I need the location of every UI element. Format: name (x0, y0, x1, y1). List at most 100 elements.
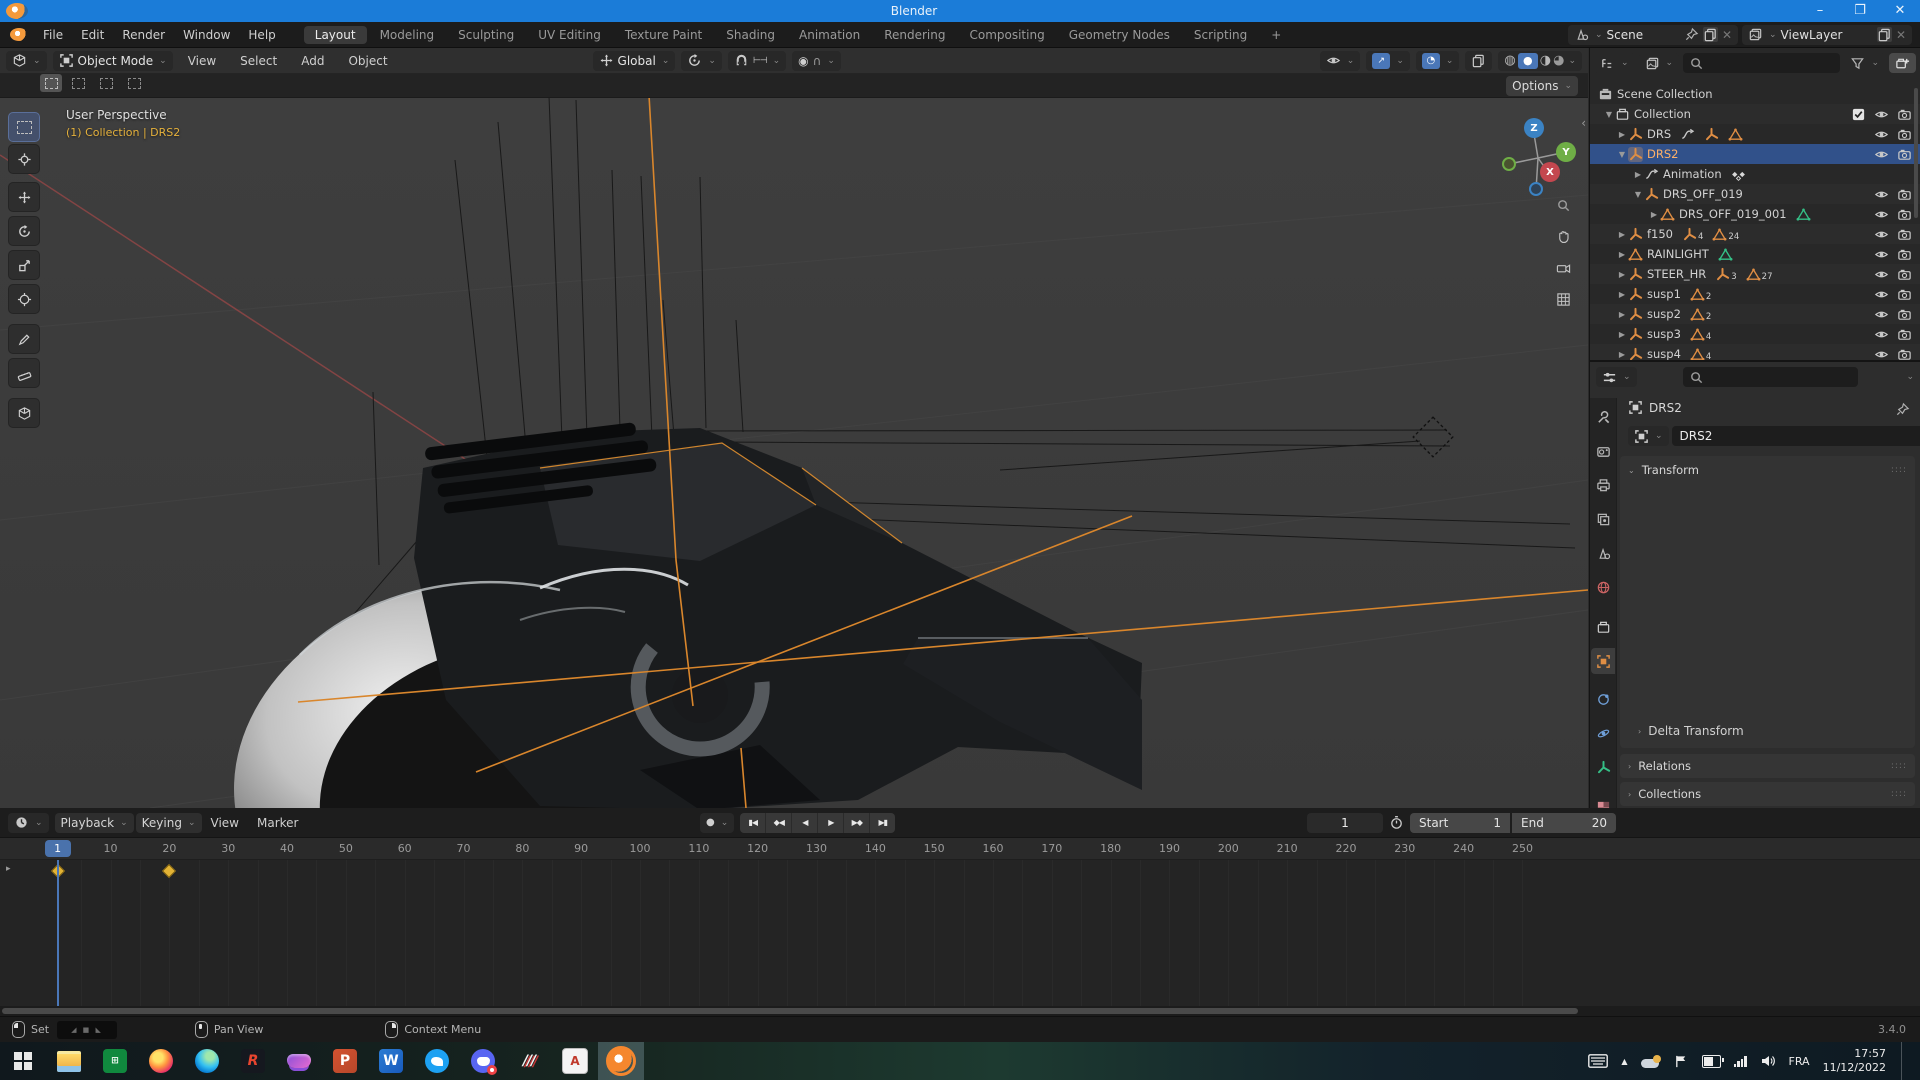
select-mode-subtract-button[interactable] (96, 74, 118, 92)
outliner-label[interactable]: DRS (1647, 127, 1671, 141)
onedrive-icon[interactable] (1641, 1055, 1661, 1068)
outliner-label[interactable]: STEER_HR (1647, 267, 1706, 281)
outliner-filter-dropdown[interactable]: ⌄ (1844, 53, 1885, 73)
proportional-editing-controls[interactable]: ◉ ∩⌄ (792, 51, 841, 71)
disclosure-open-icon[interactable]: ▼ (1603, 110, 1615, 119)
gizmo-z-negative[interactable] (1529, 182, 1543, 196)
outliner-label[interactable]: DRS_OFF_019_001 (1679, 207, 1787, 221)
outliner-row-collection[interactable]: ▼ Collection (1590, 104, 1920, 124)
disclosure-closed-icon[interactable]: ▶ (1616, 270, 1628, 279)
outliner-row-drs-off-019-001[interactable]: ▶ DRS_OFF_019_001 (1590, 204, 1920, 224)
taskbar-blender[interactable] (598, 1042, 644, 1080)
gizmo-y-negative[interactable] (1502, 157, 1516, 171)
playhead[interactable] (57, 860, 59, 1006)
disclosure-closed-icon[interactable]: ▶ (1648, 210, 1660, 219)
outliner-label[interactable]: f150 (1647, 227, 1673, 241)
taskbar-microsoft-store[interactable]: ⊞ (92, 1042, 138, 1080)
tab-object-data[interactable] (1591, 754, 1615, 780)
properties-display-dropdown[interactable]: ⌄ (1596, 367, 1637, 387)
viewport-menu-object[interactable]: Object (339, 54, 396, 68)
tab-output[interactable] (1591, 472, 1615, 498)
timeline-ruler[interactable]: 1020304050607080901001101201301401501601… (0, 838, 1920, 860)
workspace-tab-scripting[interactable]: Scripting (1183, 26, 1258, 44)
outliner-row-steer-hr[interactable]: ▶ STEER_HR 3 27 (1590, 264, 1920, 284)
volume-icon[interactable] (1760, 1053, 1776, 1069)
object-name-field[interactable]: DRS2 (1672, 426, 1920, 446)
panel-relations[interactable]: ›Relations:::: (1620, 754, 1915, 778)
playback-menu[interactable]: Playback⌄ (55, 813, 134, 833)
taskbar-twitter[interactable] (414, 1042, 460, 1080)
navigation-gizmo[interactable]: Z Y X (1492, 106, 1582, 196)
eye-icon[interactable] (1874, 147, 1889, 162)
disclosure-closed-icon[interactable]: ▶ (1616, 330, 1628, 339)
taskbar-word[interactable]: W (368, 1042, 414, 1080)
taskbar-medal[interactable]: /// (506, 1042, 552, 1080)
keying-menu[interactable]: Keying⌄ (136, 813, 202, 833)
disclosure-closed-icon[interactable]: ▶ (1632, 170, 1644, 179)
material-preview-icon[interactable]: ◑ (1540, 53, 1551, 68)
taskbar-game-controller[interactable] (276, 1042, 322, 1080)
tab-physics[interactable] (1591, 720, 1615, 746)
disclosure-open-icon[interactable]: ▼ (1632, 190, 1644, 199)
outliner-label-active[interactable]: DRS2 (1647, 147, 1678, 161)
network-signal-icon[interactable] (1734, 1056, 1747, 1067)
taskbar-document-app[interactable]: A (552, 1042, 598, 1080)
close-button[interactable]: ✕ (1880, 0, 1920, 22)
options-button[interactable]: Options⌄ (1506, 76, 1578, 96)
taskbar-edge[interactable] (184, 1042, 230, 1080)
drag-dots-icon[interactable]: :::: (1891, 465, 1907, 475)
frame-end-field[interactable]: End20 (1512, 813, 1616, 833)
workspace-tab-animation[interactable]: Animation (788, 26, 871, 44)
camera-icon[interactable] (1897, 287, 1912, 302)
language-indicator[interactable]: FRA (1789, 1055, 1810, 1068)
taskbar-file-explorer[interactable] (46, 1042, 92, 1080)
scene-selector[interactable]: ⌄ Scene ✕ (1568, 25, 1738, 45)
tool-add-cube[interactable] (8, 398, 40, 428)
outliner-label[interactable]: susp4 (1647, 347, 1681, 361)
workspace-tab-texture-paint[interactable]: Texture Paint (614, 26, 713, 44)
outliner-row-susp4[interactable]: ▶ susp4 4 (1590, 344, 1920, 362)
outliner-filter-id-dropdown[interactable]: ⌄ (1639, 53, 1680, 73)
taskbar-discord[interactable] (460, 1042, 506, 1080)
new-scene-icon[interactable] (1703, 27, 1718, 42)
ortho-toggle-button[interactable] (1550, 286, 1576, 312)
maximize-button[interactable]: ❐ (1840, 0, 1880, 22)
outliner-label[interactable]: DRS_OFF_019 (1663, 187, 1743, 201)
frame-start-field[interactable]: Start1 (1410, 813, 1510, 833)
outliner-row-drs[interactable]: ▶ DRS (1590, 124, 1920, 144)
solid-shading-icon[interactable]: ● (1518, 53, 1538, 69)
minimize-button[interactable]: – (1800, 0, 1840, 22)
eye-icon[interactable] (1874, 227, 1889, 242)
eye-icon[interactable] (1874, 327, 1889, 342)
mode-dropdown[interactable]: Object Mode⌄ (53, 51, 173, 71)
new-view-layer-icon[interactable] (1877, 27, 1892, 42)
disclosure-closed-icon[interactable]: ▶ (1616, 250, 1628, 259)
workspace-tab-layout[interactable]: Layout (304, 26, 367, 44)
stopwatch-icon[interactable] (1389, 815, 1404, 830)
play-button[interactable]: ▶ (818, 813, 844, 833)
outliner-label[interactable]: Collection (1634, 107, 1691, 121)
outliner-search-input[interactable] (1683, 53, 1840, 73)
eye-icon[interactable] (1874, 267, 1889, 282)
menu-file[interactable]: File (34, 28, 72, 42)
current-frame-field[interactable]: 1 (1307, 813, 1383, 833)
outliner-row-susp3[interactable]: ▶ susp3 4 (1590, 324, 1920, 344)
tool-transform[interactable] (8, 284, 40, 314)
outliner-label[interactable]: Animation (1663, 167, 1722, 181)
viewport-menu-select[interactable]: Select (231, 54, 286, 68)
outliner-label[interactable]: susp3 (1647, 327, 1681, 341)
editor-type-button[interactable]: ⌄ (6, 51, 47, 71)
wireframe-shading-icon[interactable]: ◍ (1504, 53, 1515, 68)
remove-view-layer-icon[interactable]: ✕ (1896, 28, 1906, 42)
gizmo-y-axis[interactable]: Y (1556, 142, 1576, 162)
timeline-marker-menu[interactable]: Marker (248, 816, 307, 830)
outliner-row-rainlight[interactable]: ▶ RAINLIGHT (1590, 244, 1920, 264)
workspace-tab-geometry-nodes[interactable]: Geometry Nodes (1058, 26, 1181, 44)
viewport-menu-add[interactable]: Add (292, 54, 333, 68)
outliner-label[interactable]: susp1 (1647, 287, 1681, 301)
current-frame-badge[interactable]: 1 (45, 840, 71, 857)
play-reverse-button[interactable]: ◀ (792, 813, 818, 833)
xray-toggle[interactable] (1465, 51, 1492, 71)
menu-window[interactable]: Window (174, 28, 239, 42)
transform-panel-header[interactable]: ⌄Transform:::: (1620, 458, 1915, 482)
